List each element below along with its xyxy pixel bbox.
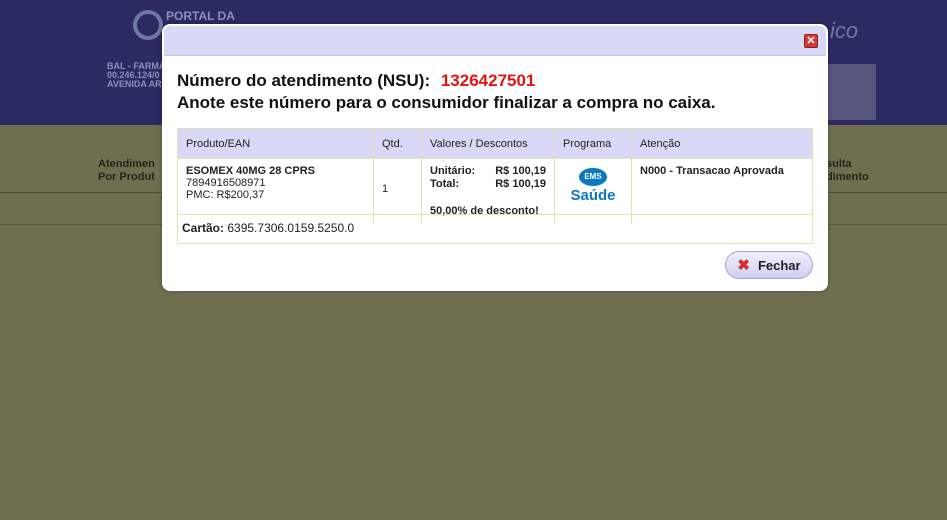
total-value: R$ 100,19 [495, 178, 546, 190]
product-name: ESOMEX 40MG 28 CPRS [186, 165, 315, 177]
nav-item-atendimento[interactable]: Atendimen Por Produt [98, 158, 155, 184]
nsu-heading: Número do atendimento (NSU): 1326427501 [177, 71, 535, 91]
portal-logo-icon [133, 10, 163, 40]
col-produto: Produto/EAN [177, 128, 374, 159]
col-valores: Valores / Descontos [421, 128, 555, 159]
items-table: Produto/EAN Qtd. Valores / Descontos Pro… [177, 128, 813, 224]
nav-item-consulta[interactable]: sulta dimento [826, 158, 869, 184]
ems-saude-logo: EMS Saúde [563, 168, 623, 212]
nsu-value: 1326427501 [440, 71, 536, 90]
fechar-button[interactable]: ✖ Fechar [725, 251, 813, 279]
table-header-row: Produto/EAN Qtd. Valores / Descontos Pro… [177, 128, 813, 159]
unit-label: Unitário: [430, 165, 476, 177]
card-number: 6395.7306.0159.5250.0 [227, 221, 355, 235]
product-ean: 7894916508971 [186, 177, 266, 189]
ems-logo-text: Saúde [570, 187, 616, 204]
header-box [826, 64, 876, 120]
card-label: Cartão: [182, 221, 225, 235]
fechar-label: Fechar [757, 257, 801, 273]
total-label: Total: [430, 178, 460, 190]
col-programa: Programa [554, 128, 632, 159]
pharmacy-info: BAL - FARMA 00.246.124/0 AVENIDA ARA [107, 61, 169, 89]
ems-logo-mark: EMS [579, 168, 607, 186]
header-tagline: ico [830, 18, 859, 43]
nsu-instruction: Anote este número para o consumidor fina… [177, 93, 716, 112]
close-icon[interactable]: ✕ [804, 34, 818, 48]
transaction-modal: ✕ Número do atendimento (NSU): 132642750… [162, 24, 828, 291]
col-atencao: Atenção [631, 128, 813, 159]
modal-titlebar: ✕ [164, 26, 826, 56]
product-pmc: PMC: R$200,37 [186, 189, 265, 201]
portal-logo-text: PORTAL DA [166, 9, 235, 23]
close-icon: ✖ [737, 257, 750, 274]
card-row: Cartão: 6395.7306.0159.5250.0 [177, 214, 813, 244]
unit-value: R$ 100,19 [495, 165, 546, 177]
col-qtd: Qtd. [373, 128, 422, 159]
nsu-label: Número do atendimento (NSU): [177, 71, 431, 90]
